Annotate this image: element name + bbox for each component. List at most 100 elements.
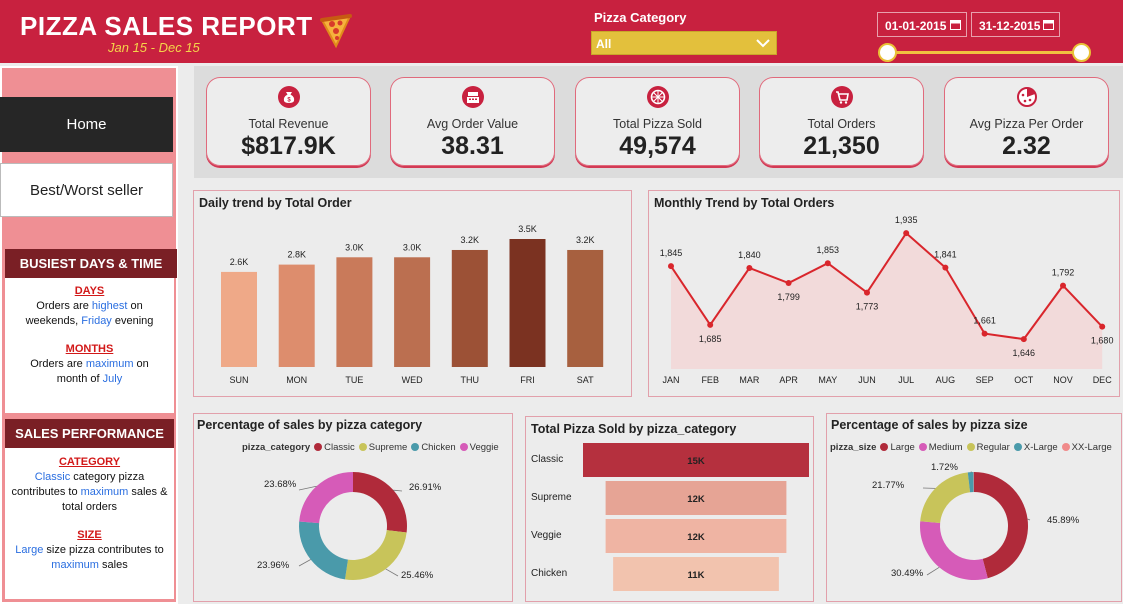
x-tick-label: MAR [739, 375, 760, 385]
bar-sun[interactable] [221, 271, 257, 367]
pizza-icon [646, 86, 669, 108]
months-insight-text: Orders are maximum on month of July [30, 358, 149, 385]
data-label: 1.72% [931, 462, 958, 473]
bar-fri[interactable] [509, 239, 546, 367]
kpi-card-total-revenue: $ Total Revenue $817.9K [206, 77, 371, 166]
months-subheading: MONTHS [65, 343, 114, 355]
data-label: 1,799 [777, 292, 800, 302]
category-subheading: CATEGORY [58, 456, 121, 468]
kpi-label: Total Pizza Sold [613, 117, 702, 131]
data-point[interactable] [864, 289, 870, 296]
area-fill [671, 233, 1103, 369]
kpi-card-total-pizza-sold: Total Pizza Sold 49,574 [575, 77, 740, 166]
leader-line [298, 559, 311, 567]
data-label: 2.8K [287, 250, 306, 260]
data-label: 11K [688, 570, 705, 581]
category-insight-text: Classic category pizza contributes to ma… [11, 471, 168, 513]
nav-best-worst-button[interactable]: Best/Worst seller [0, 163, 173, 217]
data-point[interactable] [824, 260, 831, 267]
leader-line [926, 566, 940, 576]
x-tick-label: WED [402, 375, 423, 385]
x-tick-label: AUG [936, 375, 956, 385]
data-point[interactable] [942, 264, 949, 271]
x-tick-label: MON [286, 375, 307, 385]
kpi-card-avg-order-value: Avg Order Value 38.31 [390, 77, 555, 166]
bar-sat[interactable] [567, 249, 604, 367]
data-label: 1,853 [817, 245, 840, 255]
data-point[interactable] [785, 280, 792, 287]
cash-register-icon [461, 86, 484, 108]
page-title: PIZZA SALES REPORT [20, 11, 313, 41]
category-filter-dropdown[interactable]: All [591, 31, 777, 55]
calendar-icon [1043, 20, 1054, 30]
date-from-field[interactable]: 01-01-2015 [877, 12, 967, 37]
x-tick-label: JUL [898, 375, 914, 385]
date-to-value: 31-12-2015 [979, 19, 1041, 33]
category-filter-label: Pizza Category [594, 10, 687, 25]
date-range-slider-track[interactable] [887, 51, 1083, 54]
page-subtitle: Jan 15 - Dec 15 [108, 40, 200, 55]
data-label: 26.91% [409, 482, 442, 493]
x-tick-label: FRI [520, 375, 535, 385]
date-to-field[interactable]: 31-12-2015 [971, 12, 1060, 37]
daily-trend-chart: 2.6K SUN 2.8K MON 3.0K TUE 3.0K WED 3.2K THU 3.5K F… [221, 224, 604, 385]
data-label: 3.2K [461, 235, 480, 245]
daily-trend-card: Daily trend by Total Order 2.6K SUN 2.8K MO… [193, 190, 632, 397]
slice-regular[interactable] [920, 472, 971, 524]
size-insight-text: Large size pizza contributes to maximum … [15, 544, 164, 571]
data-point[interactable] [1060, 282, 1066, 289]
bar-tue[interactable] [336, 257, 373, 367]
category-donut-chart: 26.91% 25.46% 23.96% 23.68% [257, 472, 442, 581]
pizza-slice-icon [1016, 87, 1037, 107]
data-point[interactable] [1099, 323, 1106, 330]
kpi-label: Total Revenue [248, 117, 329, 131]
slice-medium[interactable] [920, 521, 988, 580]
data-label: 23.96% [257, 560, 290, 571]
category-label: Veggie [531, 530, 562, 541]
slice-classic[interactable] [353, 472, 407, 533]
slice-chicken[interactable] [299, 521, 348, 580]
slice-supreme[interactable] [345, 530, 407, 580]
chevron-down-icon [756, 39, 770, 48]
date-from-value: 01-01-2015 [885, 19, 947, 33]
data-label: 3.0K [345, 242, 364, 252]
x-tick-label: MAY [818, 375, 837, 385]
data-label: 1,840 [738, 250, 761, 260]
data-label: 25.46% [401, 570, 434, 581]
bar-wed[interactable] [394, 257, 431, 367]
nav-home-button[interactable]: Home [0, 97, 173, 152]
data-point[interactable] [981, 330, 988, 337]
size-share-card: Percentage of sales by pizza size pizza_… [826, 413, 1122, 602]
bar-thu[interactable] [451, 249, 488, 367]
data-point[interactable] [707, 321, 714, 328]
pizza-sold-by-category-card: Total Pizza Sold by pizza_category 15K Cl… [525, 416, 814, 602]
data-label: 1,680 [1091, 336, 1114, 346]
data-label: 3.0K [403, 242, 422, 252]
x-tick-label: OCT [1014, 375, 1034, 385]
data-label: 1,661 [973, 316, 996, 326]
x-tick-label: DEC [1093, 375, 1113, 385]
data-label: 1,841 [934, 250, 957, 260]
bar-mon[interactable] [278, 264, 315, 367]
kpi-label: Total Orders [807, 117, 876, 131]
date-range-end-handle[interactable] [1072, 43, 1091, 62]
slice-veggie[interactable] [299, 472, 353, 524]
leader-line [385, 568, 399, 577]
x-tick-label: SAT [577, 375, 594, 385]
dropdown-selected-value: All [596, 37, 612, 51]
data-point[interactable] [668, 263, 674, 270]
days-insight-text: Orders are highest on weekends, Friday e… [25, 300, 154, 327]
data-label: 30.49% [891, 568, 924, 579]
kpi-label: Avg Order Value [426, 117, 519, 131]
data-point[interactable] [746, 265, 753, 271]
data-point[interactable] [1020, 336, 1027, 343]
money-bag-icon: $ [277, 86, 300, 108]
size-donut-chart: 45.89% 30.49% 21.77% 1.72% [872, 462, 1080, 580]
x-tick-label: APR [779, 375, 798, 385]
date-range-start-handle[interactable] [878, 43, 897, 62]
x-tick-label: NOV [1053, 375, 1073, 385]
data-label: 12K [687, 532, 705, 543]
data-point[interactable] [903, 230, 910, 237]
data-label: 1,845 [660, 248, 683, 258]
monthly-trend-chart: 1,845 JAN 1,685 FEB 1,840 MAR 1,799 APR 1,853 MAY… [660, 215, 1114, 385]
